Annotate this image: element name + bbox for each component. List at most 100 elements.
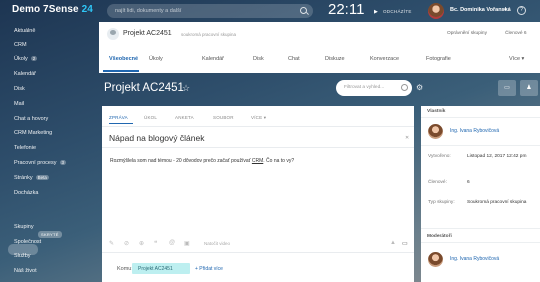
mention-icon[interactable]: @ [169, 240, 175, 246]
clock: 22:11 [328, 1, 365, 18]
workday-status[interactable]: ODCHÁZÍTE [383, 9, 412, 14]
chat-icon: ▭ [504, 85, 510, 91]
close-icon[interactable]: ✕ [405, 135, 409, 141]
recipient-chip[interactable]: Projekt AC2451 [132, 263, 190, 274]
project-type: soukromá pracovní skupina [181, 31, 237, 37]
sidebar-item-telefonie[interactable]: Telefonie [14, 145, 36, 151]
gear-icon[interactable]: ⚙ [416, 83, 423, 92]
record-video-label[interactable]: Natočit video [204, 241, 230, 246]
filter-search-input[interactable]: Filtrovat a vyhled... [336, 80, 412, 96]
group-type-label: Typ skupiny: [428, 200, 455, 205]
divider [421, 117, 540, 118]
sidebar-item-label: Kalendář [14, 71, 37, 77]
logo-text: Demo 7Sense [12, 4, 79, 15]
group-icon [107, 28, 119, 40]
logo-number: 24 [81, 4, 93, 15]
counter-badge: 3 [59, 160, 67, 165]
created-value: Listopad 12, 2017 12:42 pm [467, 154, 527, 159]
sidebar-item-chat[interactable]: Chat a hovory [14, 116, 48, 122]
owner-name-link[interactable]: Ing. Ivana Rybovičová [450, 128, 499, 134]
sidebar-item-label: Mail [14, 101, 25, 107]
active-tab-underline [103, 70, 139, 72]
video-icon[interactable]: ▣ [184, 240, 190, 247]
group-permissions-link[interactable]: Oprávnění skupiny [447, 31, 487, 36]
sidebar-item-mail[interactable]: Mail [14, 101, 24, 107]
subject-input[interactable]: Nápad na blogový článek [109, 133, 204, 143]
divider [102, 252, 414, 253]
user-avatar[interactable] [428, 3, 444, 19]
message-body[interactable]: Rozmýšlela som nad témou - 20 dôvodov pr… [110, 158, 294, 164]
search-placeholder: najít lidi, dokumenty a další [115, 8, 182, 14]
sidebar-item-label: Úkoly [14, 56, 28, 62]
play-icon: ▶ [374, 9, 378, 15]
sidebar-item-disk[interactable]: Disk [14, 86, 25, 92]
tab-zprava[interactable]: ZPRÁVA [109, 115, 128, 120]
project-header: Projekt AC2451 soukromá pracovní skupina… [99, 22, 540, 73]
sidebar-item-label: Stránky [14, 175, 33, 181]
tab-anketa[interactable]: ANKETA [175, 115, 194, 120]
add-recipient-link[interactable]: + Přidat více [195, 266, 223, 272]
search-icon[interactable] [401, 84, 408, 91]
sidebar-item-spolecnost[interactable]: Společnost [14, 239, 41, 245]
page-title: Projekt AC2451 [104, 82, 184, 94]
divider [421, 228, 540, 229]
members-link[interactable]: Členové 6 [505, 31, 527, 36]
tab-more[interactable]: Více ▾ [509, 56, 524, 62]
moderator-avatar[interactable] [428, 252, 443, 267]
keyboard-icon[interactable]: ▭ [402, 240, 408, 247]
tab-kalendar[interactable]: Kalendář [202, 56, 224, 62]
search-icon[interactable] [300, 7, 307, 14]
owner-avatar[interactable] [428, 124, 443, 139]
message-link[interactable]: CRM [252, 158, 263, 164]
tab-konverzace[interactable]: Konverzace [370, 56, 399, 62]
filter-placeholder: Filtrovat a vyhled... [344, 85, 385, 90]
sidebar-item-crm-marketing[interactable]: CRM Marketing [14, 130, 52, 136]
tab-soubor[interactable]: SOUBOR [213, 115, 234, 120]
sidebar-item-skupiny[interactable]: Skupiny [14, 224, 34, 230]
chat-button[interactable]: ▭ [498, 80, 516, 96]
sidebar-item-crm[interactable]: CRM [14, 42, 27, 48]
message-text-end: . Čo na to vy? [263, 158, 295, 164]
members-value[interactable]: 6 [467, 180, 527, 186]
sidebar-item-nas-zivot[interactable]: Náš život [14, 268, 37, 274]
tab-chat[interactable]: Chat [288, 56, 300, 62]
post-composer: ZPRÁVA ÚKOL ANKETA SOUBOR VÍCE ▾ Nápad n… [102, 106, 414, 282]
divider [421, 145, 540, 146]
tab-vice[interactable]: VÍCE ▾ [251, 115, 266, 121]
chevron-down-icon[interactable]: ▾ [504, 7, 507, 13]
tab-vice-label: VÍCE [251, 115, 263, 120]
sidebar-item-dochazka[interactable]: Docházka [14, 190, 38, 196]
tab-disk[interactable]: Disk [253, 56, 264, 62]
sidebar-item-label: Chat a hovory [14, 116, 49, 122]
app-logo[interactable]: Demo 7Sense 24 [12, 4, 93, 15]
sidebar-item-ukoly[interactable]: Úkoly 2 [14, 56, 38, 62]
sidebar-item-label: Pracovní procesy [14, 160, 57, 166]
tab-more-label: Více [509, 56, 521, 62]
sidebar-hidden-section[interactable]: SKRYTÉ [38, 231, 62, 238]
tab-diskuze[interactable]: Diskuze [325, 56, 345, 62]
top-bar: Demo 7Sense 24 najít lidi, dokumenty a d… [0, 0, 540, 22]
attach-icon[interactable]: ⊘ [124, 240, 129, 247]
tab-fotografie[interactable]: Fotografie [426, 56, 451, 62]
project-name[interactable]: Projekt AC2451 [123, 30, 172, 37]
sidebar-item-sluzby[interactable]: Služby [14, 253, 31, 259]
active-tab-underline [109, 123, 133, 124]
sidebar-item-stranky[interactable]: Stránky Beta [14, 175, 49, 181]
paperclip-icon[interactable]: ⊕ [139, 240, 144, 247]
sidebar-item-kalendar[interactable]: Kalendář [14, 71, 36, 77]
quote-icon[interactable]: ❝ [154, 240, 157, 247]
tab-vseobecne[interactable]: Všeobecné [109, 56, 138, 62]
moderator-name-link[interactable]: Ing. Ivana Rybovičová [450, 256, 499, 262]
tab-ukoly[interactable]: Úkoly [149, 56, 163, 62]
moderators-heading: Moderátoři [427, 234, 452, 239]
text-format-icon[interactable]: ✎ [109, 240, 114, 247]
search-input[interactable]: najít lidi, dokumenty a další [107, 4, 313, 18]
tab-ukol[interactable]: ÚKOL [144, 115, 157, 120]
user-name[interactable]: Bc. Dominika Vořanská [450, 7, 511, 13]
star-icon[interactable]: ☆ [182, 83, 190, 94]
help-icon[interactable]: ? [517, 6, 526, 15]
notifications-button[interactable]: ♟ [520, 80, 538, 96]
sidebar-item-pracovni-procesy[interactable]: Pracovní procesy 3 [14, 160, 67, 166]
collapse-icon[interactable]: ▲ [390, 240, 396, 246]
sidebar-item-aktualne[interactable]: Aktuálně [14, 28, 35, 34]
